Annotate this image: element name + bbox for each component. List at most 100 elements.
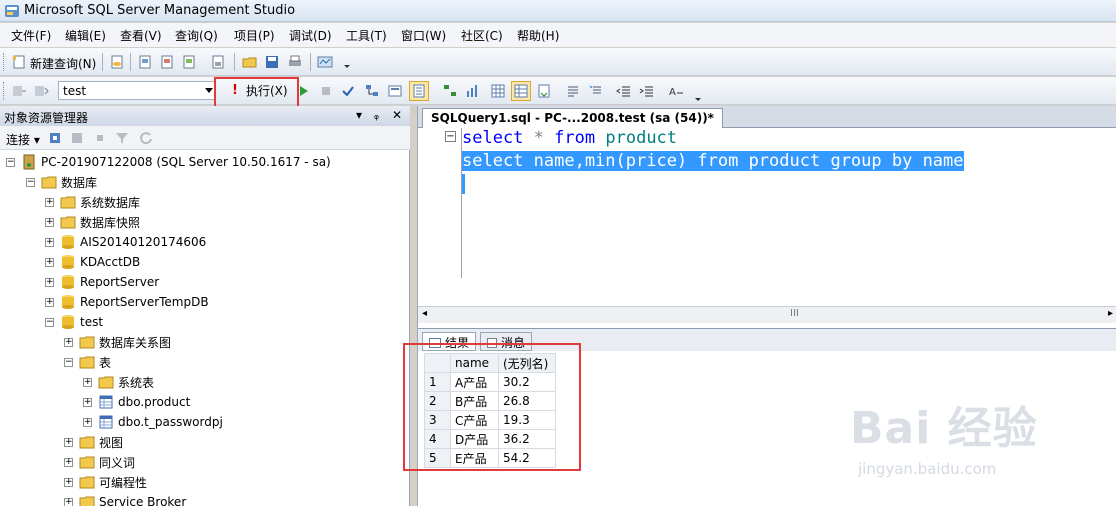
tree-node-database[interactable]: + AIS20140120174606 [45,232,206,252]
expand-icon[interactable]: + [45,257,54,267]
tree-node-database[interactable]: + ReportServer [45,272,159,292]
menu-debug[interactable]: 调试(D) [286,27,335,44]
stop-icon[interactable] [90,128,110,148]
tree-node-system-databases[interactable]: + 系统数据库 [45,192,140,212]
expand-icon[interactable]: + [64,457,73,467]
refresh-icon[interactable] [136,128,156,148]
toolbar-grip[interactable] [3,53,6,71]
database-icon [62,315,74,329]
expand-icon[interactable]: + [45,297,54,307]
menu-project[interactable]: 项目(P) [231,27,278,44]
tree-node-table[interactable]: + dbo.t_passwordpj [83,412,223,432]
disconnect-icon[interactable] [68,128,88,148]
collapse-icon[interactable]: − [64,357,73,367]
results-to-grid-icon[interactable] [488,81,508,101]
filter-icon[interactable] [112,128,132,148]
db-engine-query-icon[interactable] [107,52,127,72]
results-to-file-icon[interactable] [534,81,554,101]
open-file-icon[interactable] [240,52,260,72]
scroll-left-icon[interactable]: ◂ [422,308,427,319]
collapse-icon[interactable]: − [6,157,15,167]
tree-node-service-broker[interactable]: + Service Broker [64,492,186,506]
parse-icon[interactable] [338,81,358,101]
sql-ce-query-icon[interactable] [208,52,228,72]
menu-tools[interactable]: 工具(T) [343,27,390,44]
comment-out-icon[interactable] [563,81,583,101]
expand-icon[interactable]: + [45,217,54,227]
scroll-right-icon[interactable]: ▸ [1108,308,1113,319]
expand-icon[interactable]: + [45,197,54,207]
decrease-indent-icon[interactable] [614,81,634,101]
outline-collapse-icon[interactable]: − [445,131,456,142]
expand-icon[interactable]: + [45,237,54,247]
scroll-thumb-grip[interactable]: III [790,308,799,319]
results-grid-active-icon[interactable] [511,81,531,101]
tree-node-diagrams[interactable]: + 数据库关系图 [64,332,171,352]
menu-view[interactable]: 查看(V) [117,27,165,44]
menu-community[interactable]: 社区(C) [458,27,506,44]
tree-node-tables[interactable]: − 表 [64,352,111,372]
expand-icon[interactable]: + [83,377,92,387]
connect-object-explorer-icon[interactable] [46,128,66,148]
menu-query[interactable]: 查询(Q) [172,27,221,44]
mdx-query-icon[interactable] [135,52,155,72]
toolbar-overflow-icon[interactable] [337,52,357,72]
tree-node-table[interactable]: + dbo.product [83,392,190,412]
xmla-query-icon[interactable] [179,52,199,72]
expand-icon[interactable]: + [83,397,92,407]
close-icon[interactable]: ✕ [392,108,402,122]
change-connection-icon[interactable] [31,81,51,101]
tree-node-programmability[interactable]: + 可编程性 [64,472,147,492]
tree-node-synonyms[interactable]: + 同义词 [64,452,135,472]
expand-icon[interactable]: + [64,497,73,506]
pin-icon[interactable]: ᵩ [374,108,379,122]
expand-icon[interactable]: + [83,417,92,427]
tree-node-database-snapshots[interactable]: + 数据库快照 [45,212,140,232]
new-query-button[interactable]: 新建查询(N) [30,55,96,72]
collapse-icon[interactable]: − [26,177,35,187]
sql-keyword: from [554,128,596,148]
tree-node-server[interactable]: − PC-201907122008 (SQL Server 10.50.1617… [6,152,331,172]
menu-file[interactable]: 文件(F) [8,27,54,44]
specify-template-values-icon[interactable]: A [666,81,686,101]
increase-indent-icon[interactable] [637,81,657,101]
tree-node-views[interactable]: + 视图 [64,432,123,452]
tree-node-database[interactable]: + KDAcctDB [45,252,140,272]
menu-window[interactable]: 窗口(W) [398,27,449,44]
menu-help[interactable]: 帮助(H) [514,27,562,44]
expand-icon[interactable]: + [45,277,54,287]
uncomment-icon[interactable] [586,81,606,101]
activity-monitor-icon[interactable] [315,52,335,72]
results-to-text-icon[interactable] [409,81,429,101]
object-explorer-header: 对象资源管理器 ▾ ᵩ ✕ [0,106,410,126]
toolbar-overflow-icon[interactable] [688,85,708,105]
dmx-query-icon[interactable] [157,52,177,72]
highlight-box-results [403,343,581,471]
expand-icon[interactable]: + [64,477,73,487]
tree-node-databases[interactable]: − 数据库 [26,172,97,192]
collapse-icon[interactable]: − [45,317,54,327]
query-designer-icon[interactable] [385,81,405,101]
include-actual-plan-icon[interactable] [440,81,460,101]
client-statistics-icon[interactable] [462,81,482,101]
tab-sqlquery1[interactable]: SQLQuery1.sql - PC-...2008.test (sa (54)… [422,108,723,128]
dropdown-arrow-icon[interactable]: ▾ [356,108,362,122]
menu-edit[interactable]: 编辑(E) [62,27,109,44]
expand-icon[interactable]: + [64,337,73,347]
horizontal-scrollbar[interactable]: ◂ III ▸ [418,306,1116,323]
debug-icon[interactable] [294,81,314,101]
tree-node-database[interactable]: + ReportServerTempDB [45,292,209,312]
tree-node-system-tables[interactable]: + 系统表 [83,372,154,392]
baidu-watermark: Bai 经验 [850,403,1038,454]
expand-icon[interactable]: + [64,437,73,447]
connect-icon[interactable] [9,81,29,101]
estimated-plan-icon[interactable] [362,81,382,101]
sql-code-area[interactable]: − select * from product select name,min(… [418,128,1116,313]
database-dropdown[interactable]: test [58,81,216,100]
connect-dropdown-button[interactable]: 连接 ▾ [6,131,40,148]
cancel-query-icon[interactable] [316,81,336,101]
tree-node-database-test[interactable]: − test [45,312,103,332]
print-icon[interactable] [285,52,305,72]
toolbar-grip[interactable] [3,82,6,100]
save-icon[interactable] [262,52,282,72]
